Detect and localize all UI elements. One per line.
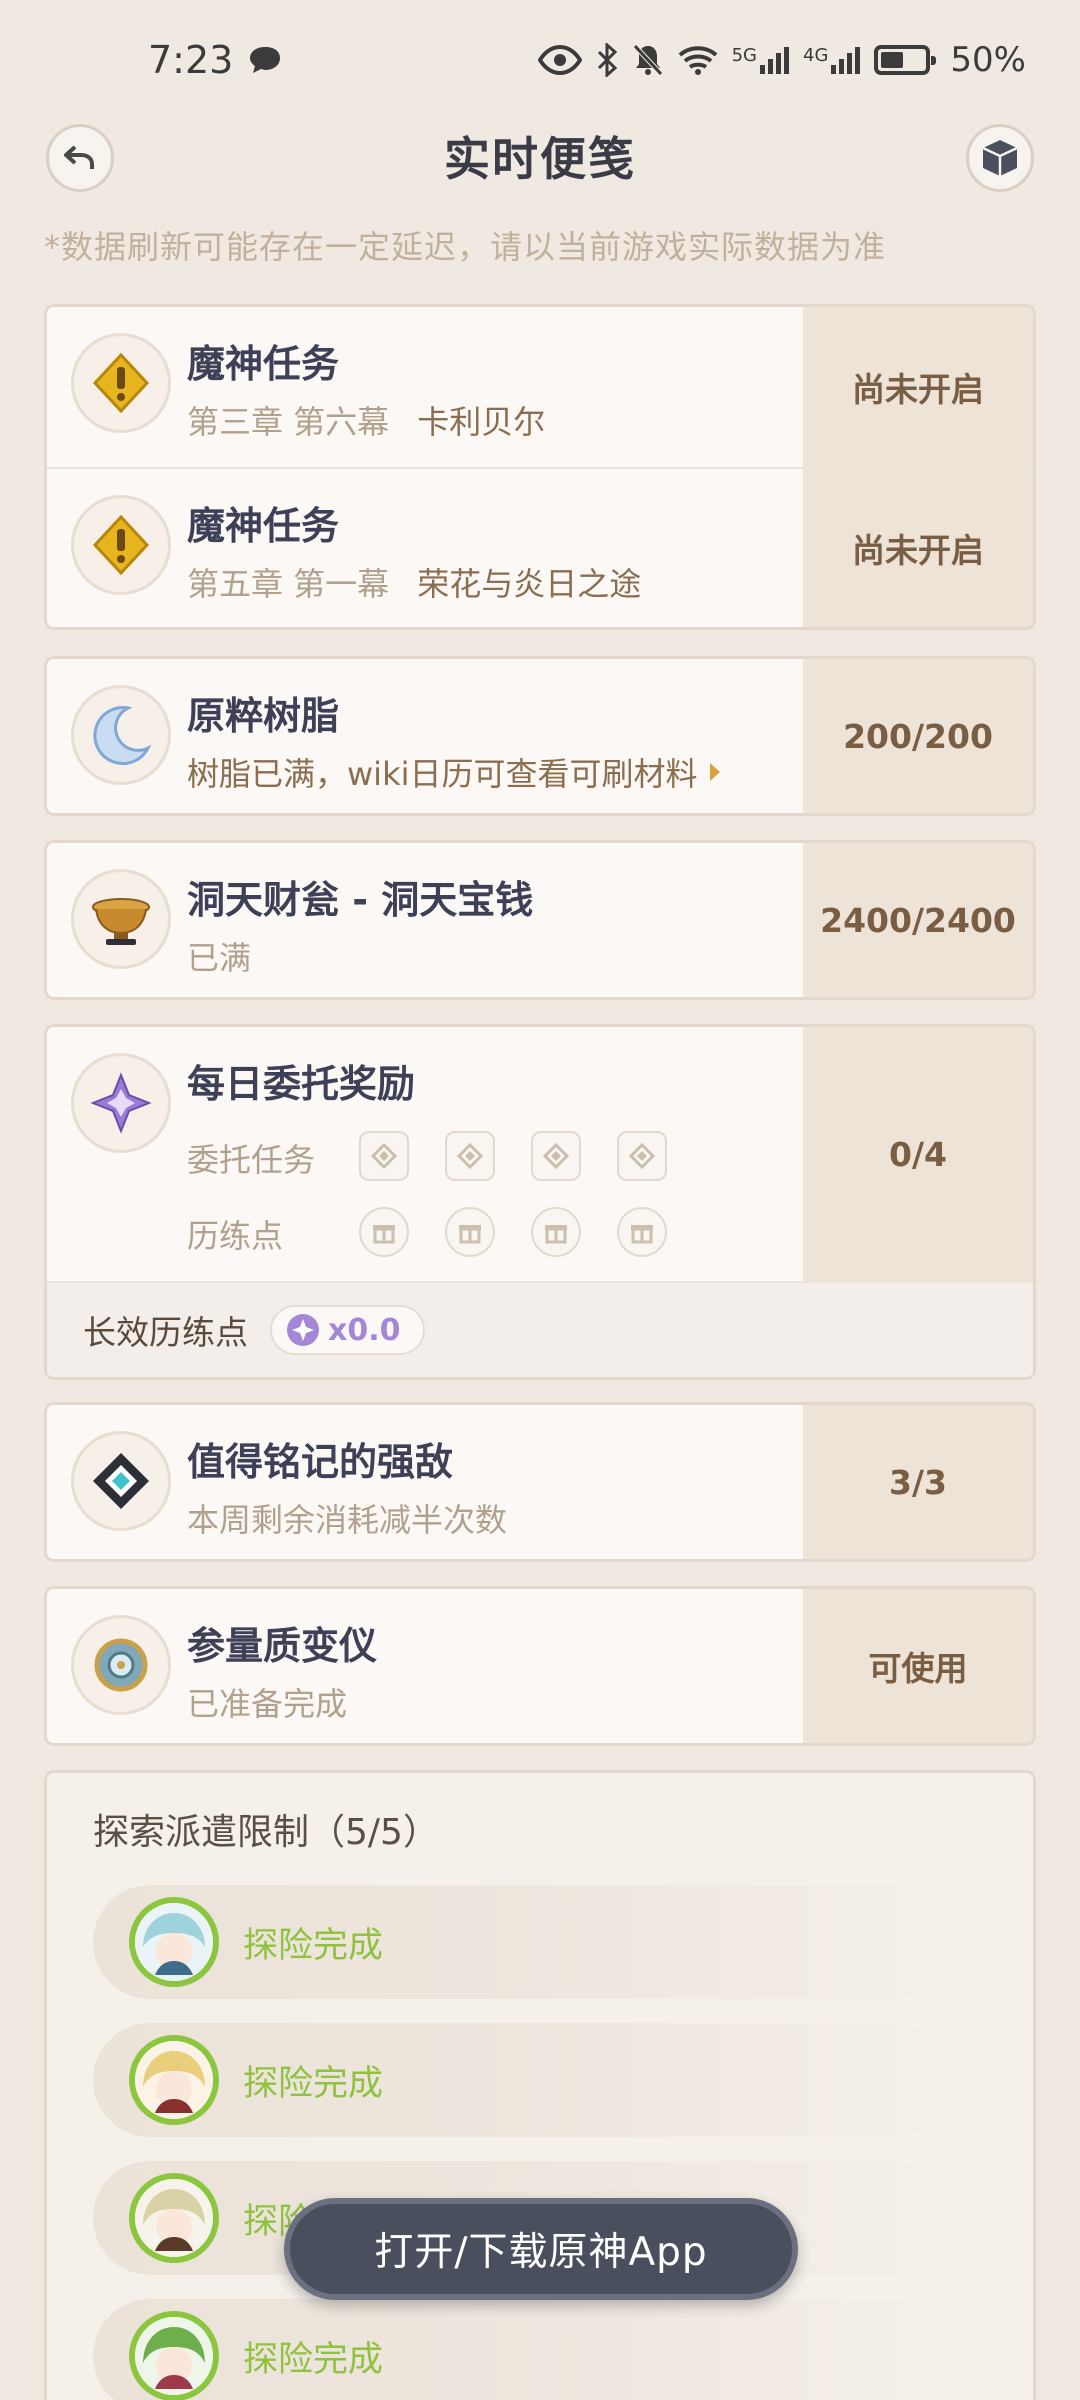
expedition-status: 探险完成 bbox=[243, 2064, 384, 2104]
archon-quest-row[interactable]: 魔神任务 第五章 第一幕 荣花与炎日之途 尚未开启 bbox=[47, 467, 1033, 627]
commission-slot-icon bbox=[445, 1131, 495, 1181]
message-icon bbox=[250, 47, 281, 73]
expedition-status: 探险完成 bbox=[243, 2340, 384, 2380]
quest-title: 魔神任务 bbox=[187, 342, 340, 386]
long-term-badge: x0.0 bbox=[270, 1305, 425, 1355]
archon-quest-icon bbox=[71, 333, 171, 433]
gift-slot-icon bbox=[531, 1207, 581, 1257]
header: 实时便笺 bbox=[0, 120, 1080, 192]
quest-status: 尚未开启 bbox=[803, 469, 1033, 627]
archon-quest-row[interactable]: 魔神任务 第三章 第六幕 卡利贝尔 尚未开启 bbox=[47, 307, 1033, 467]
teapot-title: 洞天财瓮 - 洞天宝钱 bbox=[187, 878, 534, 922]
gift-slot-icon bbox=[359, 1207, 409, 1257]
transformer-icon bbox=[71, 1615, 171, 1715]
weekly-boss-card: 值得铭记的强敌 本周剩余消耗减半次数 3/3 bbox=[44, 1402, 1036, 1562]
expedition-item[interactable]: 探险完成 bbox=[93, 1885, 953, 1999]
resin-moon-icon bbox=[71, 685, 171, 785]
page-title: 实时便笺 bbox=[444, 132, 636, 186]
commission-task-label: 委托任务 bbox=[187, 1141, 316, 1179]
transformer-subtitle: 已准备完成 bbox=[187, 1685, 348, 1723]
bluetooth-icon bbox=[597, 43, 617, 77]
commission-slot-icon bbox=[531, 1131, 581, 1181]
resin-subtitle-text: 树脂已满，wiki日历可查看可刷材料 bbox=[187, 755, 698, 793]
expedition-item[interactable]: 探险完成 bbox=[93, 2299, 953, 2400]
transformer-value: 可使用 bbox=[803, 1589, 1033, 1743]
teapot-card: 洞天财瓮 - 洞天宝钱 已满 2400/2400 bbox=[44, 840, 1036, 1000]
teapot-value: 2400/2400 bbox=[803, 843, 1033, 997]
expedition-item[interactable]: 探险完成 bbox=[93, 2023, 953, 2137]
transformer-card: 参量质变仪 已准备完成 可使用 bbox=[44, 1586, 1036, 1746]
resin-subtitle[interactable]: 树脂已满，wiki日历可查看可刷材料 bbox=[187, 749, 722, 795]
long-term-value: x0.0 bbox=[328, 1312, 401, 1348]
weekly-boss-subtitle: 本周剩余消耗减半次数 bbox=[187, 1501, 508, 1539]
cube-icon bbox=[982, 140, 1018, 176]
commission-slot-icon bbox=[617, 1131, 667, 1181]
quest-status: 尚未开启 bbox=[803, 307, 1033, 467]
quest-title: 魔神任务 bbox=[187, 504, 340, 548]
quest-name: 荣花与炎日之途 bbox=[417, 565, 642, 603]
bell-off-icon bbox=[632, 44, 663, 76]
network-5g-label: 5G bbox=[731, 45, 758, 66]
purple-star-icon bbox=[287, 1314, 319, 1346]
quest-name: 卡利贝尔 bbox=[417, 403, 546, 441]
back-arrow-icon bbox=[64, 145, 94, 169]
commission-slot-icon bbox=[359, 1131, 409, 1181]
character-avatar bbox=[129, 2035, 219, 2125]
teapot-subtitle: 已满 bbox=[187, 939, 252, 977]
signal-icon bbox=[760, 47, 790, 74]
status-time: 7:23 bbox=[148, 38, 234, 82]
weekly-boss-title: 值得铭记的强敌 bbox=[187, 1440, 454, 1484]
open-app-button[interactable]: 打开/下载原神App bbox=[284, 2198, 798, 2300]
weekly-boss-value: 3/3 bbox=[803, 1405, 1033, 1559]
wifi-icon bbox=[678, 46, 717, 75]
status-bar: 7:23 5G 4G 50% bbox=[0, 0, 1080, 120]
quest-chapter: 第五章 第一幕 bbox=[187, 565, 390, 603]
network-4g-label: 4G bbox=[803, 45, 829, 66]
gift-slot-icon bbox=[617, 1207, 667, 1257]
resin-value: 200/200 bbox=[803, 659, 1033, 813]
long-term-points-bar: 长效历练点 x0.0 bbox=[47, 1281, 1033, 1377]
resin-title: 原粹树脂 bbox=[187, 694, 340, 738]
quest-subtitle: 第五章 第一幕 荣花与炎日之途 bbox=[187, 559, 641, 605]
archon-quest-icon bbox=[71, 495, 171, 595]
signal-icon-2 bbox=[831, 47, 861, 74]
commission-card: 每日委托奖励 委托任务 历练点 0/4 长效历练点 x0.0 bbox=[44, 1024, 1036, 1380]
cube-button[interactable] bbox=[966, 124, 1034, 192]
commission-icon bbox=[71, 1053, 171, 1153]
archon-quest-card: 魔神任务 第三章 第六幕 卡利贝尔 尚未开启 魔神任务 第五章 第一幕 荣花与炎日之… bbox=[44, 304, 1036, 630]
caret-right-icon bbox=[709, 763, 720, 781]
commission-value: 0/4 bbox=[803, 1027, 1033, 1281]
character-avatar bbox=[129, 2311, 219, 2400]
teapot-icon bbox=[71, 869, 171, 969]
back-button[interactable] bbox=[46, 124, 114, 192]
resin-card[interactable]: 原粹树脂 树脂已满，wiki日历可查看可刷材料 200/200 bbox=[44, 656, 1036, 816]
refresh-notice: *数据刷新可能存在一定延迟，请以当前游戏实际数据为准 bbox=[44, 228, 887, 266]
expedition-title: 探索派遣限制（5/5） bbox=[93, 1812, 439, 1853]
long-term-label: 长效历练点 bbox=[83, 1313, 248, 1352]
weekly-boss-icon bbox=[71, 1431, 171, 1531]
expedition-status: 探险完成 bbox=[243, 1926, 384, 1966]
battery-icon bbox=[874, 45, 937, 75]
quest-subtitle: 第三章 第六幕 卡利贝尔 bbox=[187, 397, 545, 443]
expedition-panel: 探索派遣限制（5/5） 探险完成 探险完成 探险完成 探险完成 bbox=[44, 1770, 1036, 2400]
character-avatar bbox=[129, 2173, 219, 2263]
commission-title: 每日委托奖励 bbox=[187, 1062, 416, 1106]
commission-points-label: 历练点 bbox=[187, 1217, 284, 1255]
eye-icon bbox=[537, 45, 582, 75]
quest-chapter: 第三章 第六幕 bbox=[187, 403, 390, 441]
gift-slot-icon bbox=[445, 1207, 495, 1257]
transformer-title: 参量质变仪 bbox=[187, 1624, 378, 1668]
character-avatar bbox=[129, 1897, 219, 1987]
battery-percent: 50% bbox=[950, 40, 1026, 80]
